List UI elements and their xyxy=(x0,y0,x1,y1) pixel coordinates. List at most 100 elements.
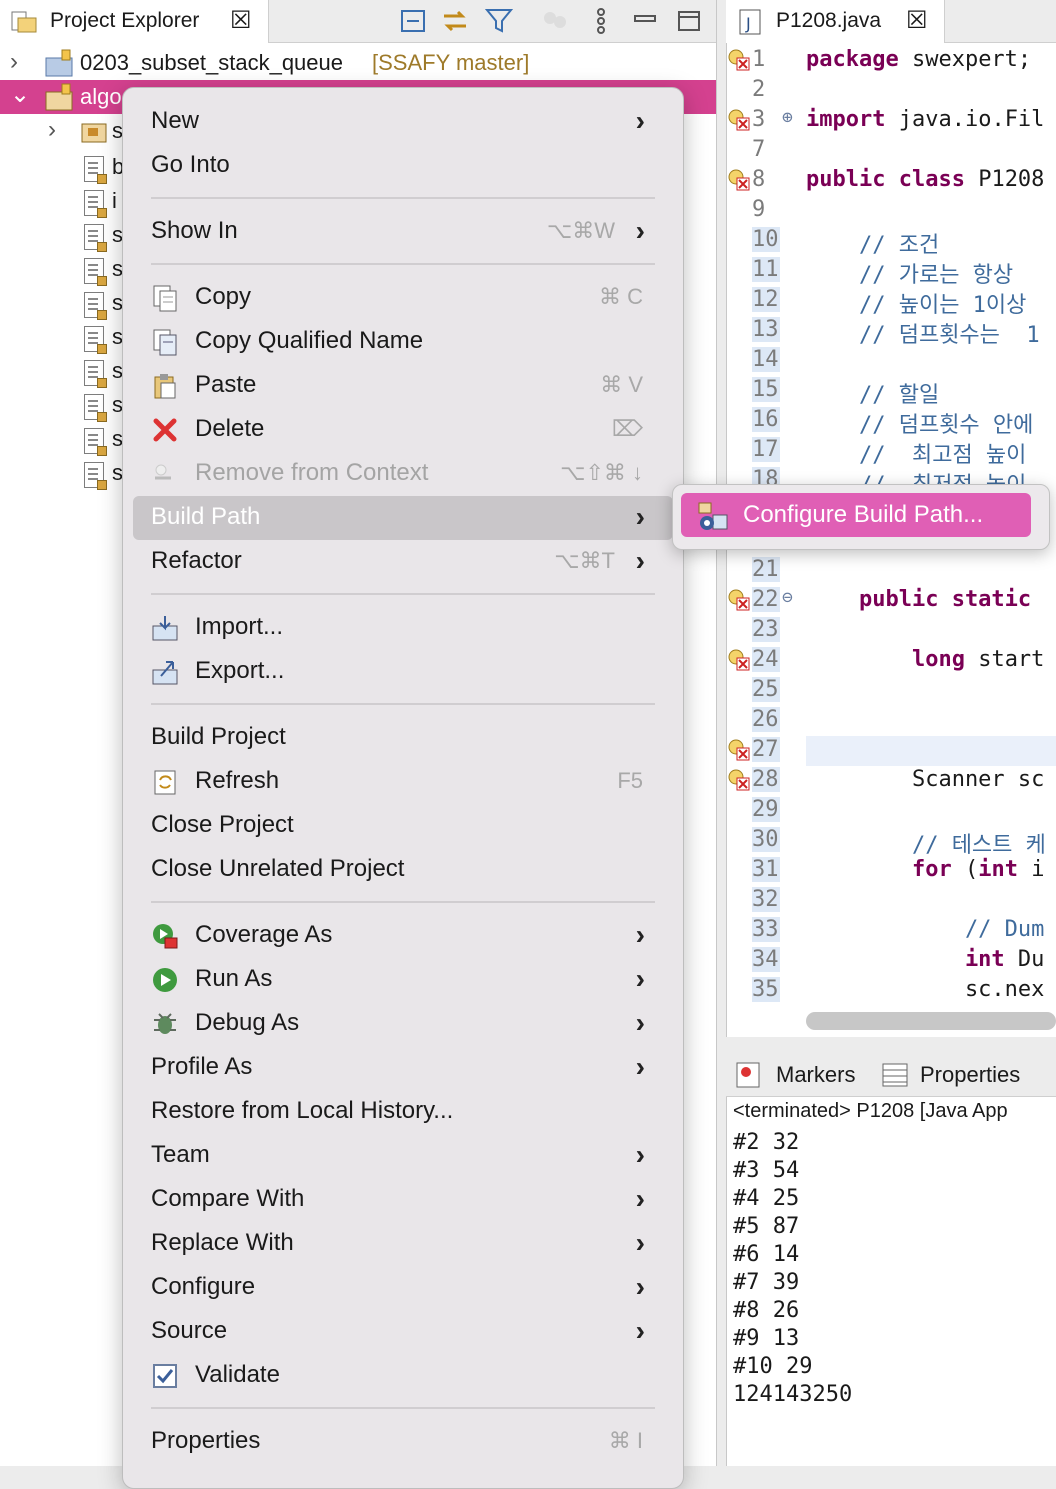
svg-text:J: J xyxy=(745,14,751,33)
code-line[interactable]: 22 ⊖ public static xyxy=(726,585,1056,615)
code-line[interactable]: 10 // 조건 xyxy=(726,225,1056,258)
tab-project-explorer[interactable]: Project Explorer ☒ xyxy=(0,0,269,43)
code-line[interactable]: 30 // 테스트 케 xyxy=(726,825,1056,858)
copy-icon xyxy=(153,285,177,312)
code-token: Scanner sc xyxy=(806,767,1045,792)
code-line[interactable]: 13 // 덤프횟수는 1 xyxy=(726,315,1056,348)
error-marker-icon[interactable] xyxy=(728,49,750,71)
menu-item-build-path[interactable]: Build Path › xyxy=(133,496,673,540)
menu-item-coverage-as[interactable]: Coverage As › xyxy=(133,914,673,958)
code-line[interactable]: 25 xyxy=(726,675,1056,705)
file-icon xyxy=(84,224,107,252)
code-line[interactable]: 1 package swexpert; xyxy=(726,45,1056,75)
error-marker-icon[interactable] xyxy=(728,739,750,761)
file-icon xyxy=(84,360,107,388)
code-line[interactable]: 24 long start xyxy=(726,645,1056,675)
code-line[interactable]: 11 // 가로는 항상 xyxy=(726,255,1056,288)
code-line[interactable]: 8 public class P1208 xyxy=(726,165,1056,195)
tab-p1208-java[interactable]: J P1208.java ☒ xyxy=(726,0,945,43)
code-line[interactable]: 17 // 최고점 높이 xyxy=(726,435,1056,468)
code-line[interactable]: 7 xyxy=(726,135,1056,165)
code-line[interactable]: 35 sc.nex xyxy=(726,975,1056,1005)
configure-build-path-item[interactable]: Configure Build Path... xyxy=(681,493,1031,537)
menu-item-delete[interactable]: Delete ⌦ xyxy=(133,408,673,452)
close-icon[interactable]: ☒ xyxy=(906,6,928,35)
code-line[interactable]: 29 xyxy=(726,795,1056,825)
horizontal-scrollbar[interactable] xyxy=(806,1012,1056,1030)
menu-item-close-unrelated-project[interactable]: Close Unrelated Project xyxy=(133,848,673,892)
line-number: 10 xyxy=(752,227,780,252)
code-line[interactable]: 12 // 높이는 1이상 xyxy=(726,285,1056,318)
menu-item-copy[interactable]: Copy ⌘ C xyxy=(133,276,673,320)
menu-item-copy-qualified-name[interactable]: Copy Qualified Name xyxy=(133,320,673,364)
error-marker-icon[interactable] xyxy=(728,589,750,611)
menu-item-export[interactable]: Export... xyxy=(133,650,673,694)
code-line[interactable]: 28 Scanner sc xyxy=(726,765,1056,795)
menu-item-new[interactable]: New › xyxy=(133,100,673,144)
view-menu-icon[interactable] xyxy=(586,6,616,36)
code-line[interactable]: 3 ⊕ import java.io.Fil xyxy=(726,105,1056,135)
code-line[interactable]: 31 for (int i xyxy=(726,855,1056,885)
menu-separator xyxy=(151,197,655,199)
line-number: 12 xyxy=(752,287,780,312)
menu-item-label: Debug As xyxy=(195,1009,300,1036)
code-line[interactable]: 9 xyxy=(726,195,1056,225)
minimize-icon[interactable] xyxy=(630,6,660,36)
close-icon[interactable]: ☒ xyxy=(230,6,252,35)
menu-item-paste[interactable]: Paste ⌘ V xyxy=(133,364,673,408)
error-marker-icon[interactable] xyxy=(728,649,750,671)
menu-item-remove-from-context: Remove from Context ⌥⇧⌘ ↓ xyxy=(133,452,673,496)
chevron-right-icon[interactable]: › xyxy=(48,116,56,144)
code-line[interactable]: 32 xyxy=(726,885,1056,915)
line-number: 27 xyxy=(752,737,780,762)
code-line[interactable]: 14 xyxy=(726,345,1056,375)
menu-item-configure[interactable]: Configure › xyxy=(133,1266,673,1310)
collapse-all-icon[interactable] xyxy=(398,6,428,36)
delete-icon xyxy=(153,418,177,442)
menu-item-source[interactable]: Source › xyxy=(133,1310,673,1354)
code-line[interactable]: 21 xyxy=(726,555,1056,585)
menu-item-validate[interactable]: Validate xyxy=(133,1354,673,1398)
code-line[interactable]: 23 xyxy=(726,615,1056,645)
chevron-right-icon[interactable]: › xyxy=(10,48,18,76)
menu-item-label: Coverage As xyxy=(195,921,333,948)
keyword-token: public static xyxy=(806,587,1032,612)
menu-item-debug-as[interactable]: Debug As › xyxy=(133,1002,673,1046)
code-line[interactable]: 33 // Dum xyxy=(726,915,1056,945)
menu-item-run-as[interactable]: Run As › xyxy=(133,958,673,1002)
menu-item-show-in[interactable]: Show In ⌥⌘W › xyxy=(133,210,673,254)
menu-item-replace-with[interactable]: Replace With › xyxy=(133,1222,673,1266)
menu-item-close-project[interactable]: Close Project xyxy=(133,804,673,848)
expand-fold-icon[interactable]: ⊕ xyxy=(782,107,793,128)
code-line[interactable]: 15 // 할일 xyxy=(726,375,1056,408)
collapse-fold-icon[interactable]: ⊖ xyxy=(782,587,793,608)
focus-task-icon[interactable] xyxy=(540,6,570,36)
menu-item-properties[interactable]: Properties ⌘ I xyxy=(133,1420,673,1464)
menu-item-go-into[interactable]: Go Into xyxy=(133,144,673,188)
menu-item-import[interactable]: Import... xyxy=(133,606,673,650)
chevron-down-icon[interactable]: ⌄ xyxy=(10,80,30,109)
menu-item-refactor[interactable]: Refactor ⌥⌘T › xyxy=(133,540,673,584)
menu-item-refresh[interactable]: Refresh F5 xyxy=(133,760,673,804)
import-icon xyxy=(152,616,178,641)
maximize-icon[interactable] xyxy=(674,6,704,36)
menu-item-build-project[interactable]: Build Project xyxy=(133,716,673,760)
menu-item-profile-as[interactable]: Profile As › xyxy=(133,1046,673,1090)
menu-item-restore-from-local-history[interactable]: Restore from Local History... xyxy=(133,1090,673,1134)
shortcut-hint: ⌥⇧⌘ ↓ xyxy=(560,460,643,485)
code-line[interactable]: 34 int Du xyxy=(726,945,1056,975)
menu-item-compare-with[interactable]: Compare With › xyxy=(133,1178,673,1222)
error-marker-icon[interactable] xyxy=(728,169,750,191)
link-with-editor-icon[interactable] xyxy=(440,6,470,36)
error-marker-icon[interactable] xyxy=(728,109,750,131)
chevron-right-icon: › xyxy=(635,1051,645,1082)
code-line[interactable]: 16 // 덤프횟수 안에 xyxy=(726,405,1056,438)
tree-child-label[interactable]: i xyxy=(112,188,117,214)
filter-icon[interactable] xyxy=(484,6,514,36)
code-line[interactable]: 2 xyxy=(726,75,1056,105)
error-marker-icon[interactable] xyxy=(728,769,750,791)
code-line[interactable]: 26 xyxy=(726,705,1056,735)
tree-item-project[interactable]: › 0203_subset_stack_queue [SSAFY master] xyxy=(0,46,716,80)
menu-item-team[interactable]: Team › xyxy=(133,1134,673,1178)
line-number: 13 xyxy=(752,317,780,342)
